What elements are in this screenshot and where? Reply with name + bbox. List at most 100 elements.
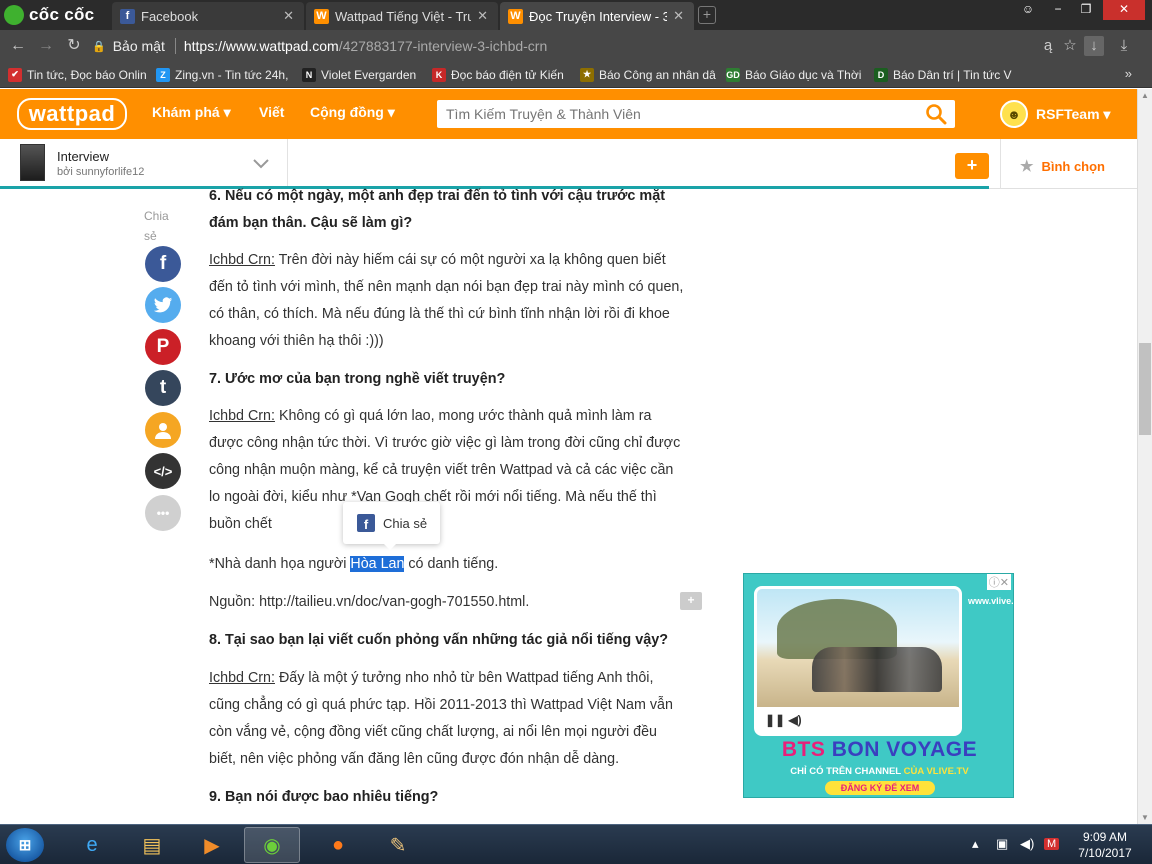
ad-video-frame <box>757 589 959 707</box>
close-tab-icon[interactable]: ✕ <box>283 8 294 24</box>
close-tab-icon[interactable]: ✕ <box>673 8 684 24</box>
vertical-scrollbar[interactable]: ▲ ▼ <box>1137 89 1152 824</box>
bookmark-star-icon[interactable]: ☆ <box>1060 36 1080 56</box>
ad-cta-button[interactable]: ĐĂNG KÝ ĐỂ XEM <box>825 781 935 795</box>
bookmark-item[interactable]: K Đọc báo điện tử Kiến <box>432 67 572 82</box>
back-icon[interactable]: ← <box>8 36 28 56</box>
footnote: *Nhà danh họa người Hòa Lan có danh tiến… <box>209 556 499 572</box>
ad-info-icon[interactable]: ⓘ✕ <box>986 574 1011 590</box>
scrollbar-thumb[interactable] <box>1139 343 1151 435</box>
forward-icon[interactable]: → <box>36 36 56 56</box>
file-explorer-icon[interactable]: ▤ <box>124 827 180 863</box>
bookmarks-bar: ✔ Tin tức, Đọc báo Onlin Z Zing.vn - Tin t… <box>0 62 1152 88</box>
zing-icon: Z <box>156 67 170 82</box>
gd-icon: GD <box>726 67 740 82</box>
vlive-logo: www.vlive.tv <box>968 596 1014 606</box>
firefox-icon[interactable]: ● <box>310 827 366 863</box>
facebook-icon: f <box>357 514 375 532</box>
add-to-list-button[interactable]: + <box>955 153 989 179</box>
internet-explorer-icon[interactable]: e <box>64 827 120 863</box>
checkmark-icon: ✔ <box>8 67 22 82</box>
inline-comment-icon[interactable]: + <box>680 592 702 610</box>
lock-icon: 🔒 <box>92 40 106 53</box>
nav-community[interactable]: Cộng đồng ▾ <box>310 104 395 121</box>
search-input[interactable] <box>437 100 955 128</box>
netflix-icon: N <box>302 67 316 82</box>
close-tab-icon[interactable]: ✕ <box>477 8 488 24</box>
answer-6: Ichbd Crn: Trên đời này hiếm cái sự có m… <box>209 252 684 349</box>
story-author[interactable]: bởi sunnyforlife12 <box>57 166 144 178</box>
tray-up-icon[interactable]: ▴ <box>972 836 979 852</box>
bookmark-item[interactable]: Z Zing.vn - Tin tức 24h, <box>156 67 294 82</box>
answer-8: Ichbd Crn: Đấy là một ý tưởng nho nhỏ từ… <box>209 670 673 767</box>
system-clock[interactable]: 9:09 AM 7/10/2017 <box>1070 829 1140 861</box>
new-tab-button[interactable]: + <box>698 6 716 24</box>
network-icon[interactable]: ▣ <box>996 836 1008 852</box>
paint-icon[interactable]: ✎ <box>370 827 426 863</box>
embed-share-icon[interactable]: </> <box>145 453 181 489</box>
download-video-icon[interactable]: ↓ <box>1084 36 1104 56</box>
pinterest-share-icon[interactable]: P <box>145 329 181 365</box>
more-bookmarks-icon[interactable]: » <box>1125 66 1132 81</box>
wattpad-icon: W <box>508 8 523 24</box>
avatar: ☻ <box>1000 100 1028 128</box>
twitter-bird-icon <box>153 296 173 312</box>
media-player-icon[interactable]: ▶ <box>184 827 240 863</box>
chevron-down-icon[interactable] <box>250 152 272 174</box>
volume-icon[interactable]: ◀) <box>1020 836 1034 852</box>
wattpad-logo[interactable]: wattpad <box>17 98 127 130</box>
user-icon[interactable]: ☺ <box>1015 0 1041 20</box>
search-icon[interactable] <box>925 103 947 125</box>
tumblr-share-icon[interactable]: t <box>145 370 181 406</box>
ad-subtitle: CHỈ CÓ TRÊN CHANNEL CỦA VLIVE.TV <box>790 766 969 777</box>
antivirus-icon[interactable]: M <box>1044 838 1060 850</box>
url-field[interactable]: 🔒 Bảo mật https://www.wattpad.com/427883… <box>92 35 1102 57</box>
user-share-icon[interactable] <box>145 412 181 448</box>
coccoc-icon[interactable]: ◉ <box>244 827 300 863</box>
browser-tab-interview[interactable]: W Đọc Truyện Interview - 3. I ✕ <box>500 2 694 30</box>
story-toolbar: Interview bởi sunnyforlife12 + ★ Bình ch… <box>0 139 1137 189</box>
scroll-up-icon[interactable]: ▲ <box>1141 91 1149 100</box>
downloads-icon[interactable]: ⤓ <box>1114 36 1134 56</box>
translate-icon[interactable]: ą <box>1038 36 1058 56</box>
answer-author: Ichbd Crn: <box>209 670 275 686</box>
more-share-icon[interactable]: ••• <box>145 495 181 531</box>
bookmark-item[interactable]: ★ Báo Công an nhân dâ <box>580 67 718 82</box>
windows-taskbar: ⊞ e ▤ ▶ ◉ ● ✎ ▴ ▣ ◀) M 9:09 AM 7/10/2017 <box>0 824 1152 864</box>
scroll-down-icon[interactable]: ▼ <box>1141 813 1149 822</box>
bookmark-item[interactable]: D Báo Dân trí | Tin tức V <box>874 67 1014 82</box>
ad-video[interactable]: ❚❚ ◀) <box>754 586 962 736</box>
vote-button[interactable]: ★ Bình chọn <box>1020 157 1105 175</box>
reload-icon[interactable]: ↻ <box>64 36 84 56</box>
browser-tab-wattpad[interactable]: W Wattpad Tiếng Việt - Truy ✕ <box>306 2 498 30</box>
user-menu[interactable]: ☻ RSFTeam ▾ <box>1000 100 1110 128</box>
question-6: 6. Nếu có một ngày, một anh đẹp trai đến… <box>209 188 665 231</box>
minimize-button[interactable]: − <box>1045 0 1071 20</box>
story-cover-image[interactable] <box>20 144 45 181</box>
advertisement[interactable]: ⓘ✕ ❚❚ ◀) www.vlive.tv BTS BON VOYAGE CHỈ… <box>743 573 1014 798</box>
coccoc-logo[interactable]: cốc cốc <box>0 0 108 30</box>
browser-tab-bar: cốc cốc f Facebook ✕ W Wattpad Tiếng Việ… <box>0 0 1152 30</box>
bookmark-item[interactable]: GD Báo Giáo dục và Thời <box>726 67 866 82</box>
cand-icon: ★ <box>580 67 594 82</box>
close-window-button[interactable]: ✕ <box>1103 0 1145 20</box>
answer-author: Ichbd Crn: <box>209 408 275 424</box>
dantri-icon: D <box>874 67 888 82</box>
source-line: Nguồn: http://tailieu.vn/doc/van-gogh-70… <box>209 594 530 610</box>
twitter-share-icon[interactable] <box>145 287 181 323</box>
bookmark-item[interactable]: ✔ Tin tức, Đọc báo Onlin <box>8 67 148 82</box>
nav-write[interactable]: Viết <box>259 104 284 120</box>
bookmark-item[interactable]: N Violet Evergarden <box>302 67 424 82</box>
browser-tab-facebook[interactable]: f Facebook ✕ <box>112 2 304 30</box>
answer-author: Ichbd Crn: <box>209 252 275 268</box>
coccoc-logo-icon <box>4 5 24 25</box>
nav-explore[interactable]: Khám phá ▾ <box>152 104 231 121</box>
facebook-share-icon[interactable]: f <box>145 246 181 282</box>
share-selection-popup[interactable]: f Chia sẻ <box>343 502 440 550</box>
maximize-button[interactable]: ❐ <box>1073 0 1099 20</box>
person-icon <box>155 423 171 439</box>
story-title[interactable]: Interview <box>57 149 109 164</box>
selected-text[interactable]: Hòa Lan <box>350 556 405 572</box>
ad-video-controls[interactable]: ❚❚ ◀) <box>765 713 802 727</box>
start-button[interactable]: ⊞ <box>6 828 44 862</box>
